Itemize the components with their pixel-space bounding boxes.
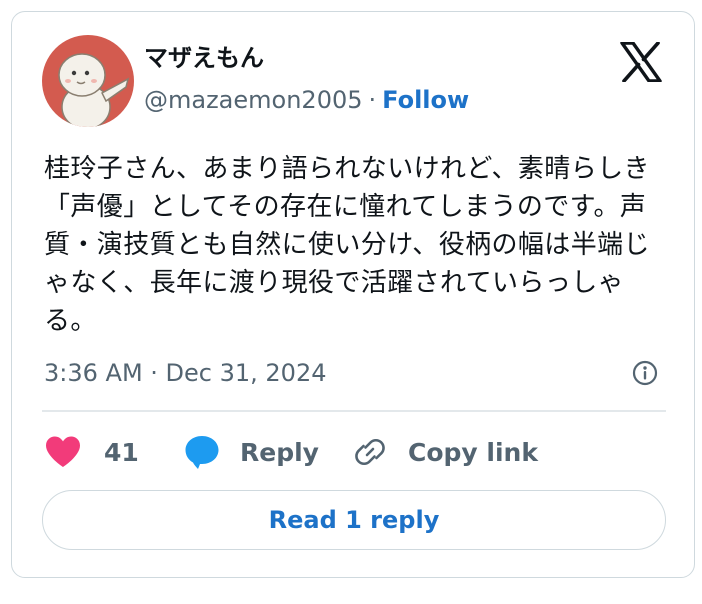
like-count: 41 <box>104 437 139 467</box>
copy-link-label: Copy link <box>408 437 538 467</box>
like-button[interactable]: 41 <box>44 432 139 472</box>
copy-link-button[interactable]: Copy link <box>352 432 538 472</box>
author-display-name[interactable]: マザえもん <box>144 42 264 74</box>
author-meta-row: @mazaemon2005 · Follow <box>144 84 469 116</box>
divider <box>42 410 666 412</box>
tweet-timestamp[interactable]: 3:36 AM · Dec 31, 2024 <box>44 357 326 389</box>
separator-dot: · <box>368 86 377 114</box>
heart-icon <box>46 436 80 467</box>
reply-label: Reply <box>240 437 319 467</box>
avatar-image <box>42 35 134 127</box>
link-icon <box>355 438 385 466</box>
read-replies-button[interactable]: Read 1 reply <box>42 490 666 550</box>
tweet-card: マザえもん @mazaemon2005 · Follow 桂玲子さん、あまり語られな… <box>11 11 695 578</box>
follow-button[interactable]: Follow <box>382 86 469 114</box>
reply-button[interactable]: Reply <box>184 432 319 472</box>
avatar[interactable] <box>42 35 134 127</box>
author-handle[interactable]: @mazaemon2005 <box>144 86 363 114</box>
info-icon[interactable] <box>632 360 658 386</box>
x-logo-icon[interactable] <box>620 41 662 83</box>
speech-bubble-icon <box>185 436 219 469</box>
tweet-text: 桂玲子さん、あまり語られないけれど、素晴らしき「声優」としてその存在に憧れてしま… <box>44 154 650 336</box>
